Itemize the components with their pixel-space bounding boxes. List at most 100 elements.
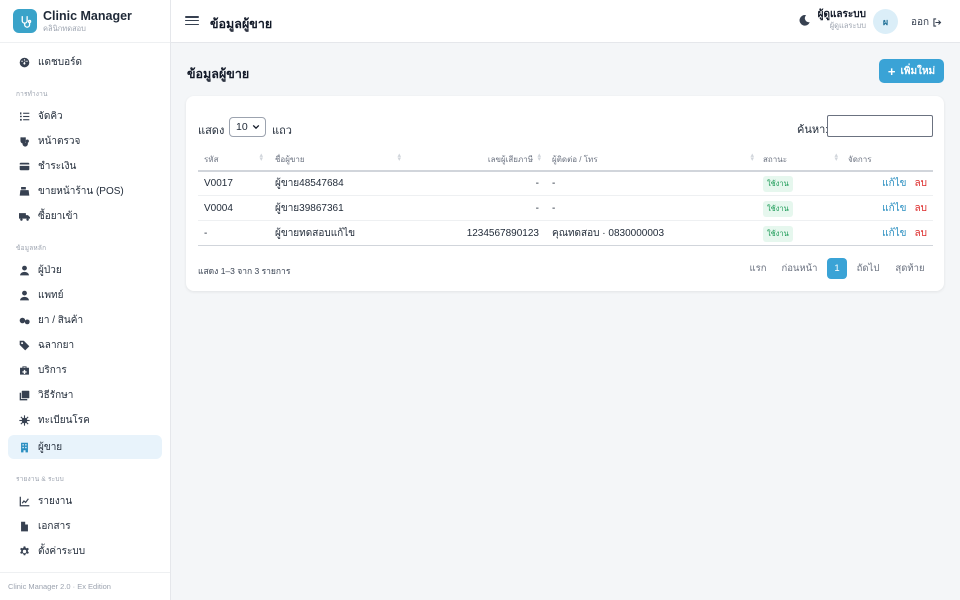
sidebar-item-suppliers[interactable]: ผู้ขาย: [8, 435, 162, 459]
section-master-data: ข้อมูลหลัก: [16, 245, 47, 252]
status-badge: ใช้งาน: [763, 175, 793, 192]
user-role: ผู้ดูแลระบบ: [829, 21, 866, 30]
cash-register-icon: [18, 185, 30, 197]
avatar[interactable]: ผ: [873, 9, 898, 34]
pagination-last[interactable]: สุดท้าย: [891, 258, 929, 279]
sidebar-item-reports[interactable]: รายงาน: [8, 489, 162, 513]
moon-icon[interactable]: [798, 14, 811, 27]
sidebar-item-documents[interactable]: เอกสาร: [8, 514, 162, 538]
edit-link[interactable]: แก้ไข: [882, 176, 906, 191]
table-info: แสดง 1–3 จาก 3 รายการ: [198, 266, 291, 276]
pagination-next[interactable]: ถัดไป: [853, 258, 883, 279]
sidebar-item-label: ขายหน้าร้าน (POS): [38, 185, 124, 197]
pagination-first[interactable]: แรก: [743, 258, 773, 279]
truck-icon: [18, 210, 30, 222]
section-reports-system: รายงาน & ระบบ: [16, 476, 64, 483]
column-header-tax-id[interactable]: เลขผู้เสียภาษี ▴ ▾: [411, 147, 545, 171]
add-new-button[interactable]: + เพิ่มใหม่: [879, 59, 944, 83]
column-header-name[interactable]: ชื่อผู้ขาย ▴ ▾: [275, 147, 405, 171]
sort-icon: ▴ ▾: [537, 152, 541, 163]
edit-link[interactable]: แก้ไข: [882, 201, 906, 216]
sidebar-item-label: หน้าตรวจ: [38, 135, 81, 147]
status-badge: ใช้งาน: [763, 200, 793, 217]
cell-contact: -: [552, 203, 556, 214]
rows-label: แถว: [272, 125, 292, 137]
cell-code: V0004: [204, 203, 233, 214]
cell-name: ผู้ขาย39867361: [275, 203, 344, 214]
sort-icon: ▴ ▾: [750, 152, 754, 163]
sidebar-item-drugs[interactable]: ยา / สินค้า: [8, 308, 162, 332]
delete-link[interactable]: ลบ: [915, 226, 927, 241]
plus-icon: +: [887, 63, 896, 79]
table-row: - ผู้ขายทดสอบแก้ไข 1234567890123 คุณทดสอ…: [198, 221, 933, 246]
sidebar-item-treatments[interactable]: วิธีรักษา: [8, 383, 162, 407]
sidebar-item-pos[interactable]: ขายหน้าร้าน (POS): [8, 179, 162, 203]
sidebar-item-settings[interactable]: ตั้งค่าระบบ: [8, 539, 162, 563]
hamburger-icon[interactable]: [185, 14, 199, 28]
delete-link[interactable]: ลบ: [915, 176, 927, 191]
building-icon: [18, 441, 30, 453]
pagination-page-1[interactable]: 1: [827, 258, 847, 279]
cell-tax-id: 1234567890123: [466, 228, 539, 239]
brand[interactable]: Clinic Manager คลินิกทดสอบ: [0, 0, 170, 43]
sidebar-item-label: เอกสาร: [38, 520, 71, 532]
sidebar: Clinic Manager คลินิกทดสอบ แดชบอร์ด การท…: [0, 0, 171, 600]
sidebar-item-examination[interactable]: หน้าตรวจ: [8, 129, 162, 153]
cell-tax-id: -: [535, 203, 539, 214]
table-row: V0017 ผู้ขาย48547684 - - ใช้งาน แก้ไข ลบ: [198, 171, 933, 196]
logout-label: ออก: [911, 17, 930, 28]
edit-link[interactable]: แก้ไข: [882, 226, 906, 241]
sidebar-item-label: ผู้ขาย: [38, 441, 63, 453]
sort-icon: ▴ ▾: [834, 152, 838, 163]
show-label: แสดง: [198, 125, 225, 137]
table-row: V0004 ผู้ขาย39867361 - - ใช้งาน แก้ไข ลบ: [198, 196, 933, 221]
sidebar-item-label: ผู้ป่วย: [38, 264, 62, 276]
sidebar-item-doctors[interactable]: แพทย์: [8, 283, 162, 307]
delete-link[interactable]: ลบ: [915, 201, 927, 216]
credit-card-icon: [18, 160, 30, 172]
sidebar-item-diseases[interactable]: ทะเบียนโรค: [8, 408, 162, 432]
search-input[interactable]: [827, 115, 933, 137]
logout-button[interactable]: ออก: [911, 15, 943, 30]
user-icon: [18, 264, 30, 276]
cell-name: ผู้ขายทดสอบแก้ไข: [275, 228, 356, 239]
sidebar-item-label: บริการ: [38, 364, 67, 376]
brand-title: Clinic Manager: [43, 9, 132, 23]
pagination-prev[interactable]: ก่อนหน้า: [779, 258, 820, 279]
sidebar-item-payment[interactable]: ชำระเงิน: [8, 154, 162, 178]
suppliers-card: แสดง 10 แถว ค้นหา: รหัส ▴ ▾ ชื่อผู้ขาย ▴ ▾ เ…: [186, 96, 944, 291]
tag-icon: [18, 339, 30, 351]
page-size-select[interactable]: 10: [229, 117, 266, 137]
sidebar-item-label: ตั้งค่าระบบ: [38, 545, 86, 557]
layers-icon: [18, 389, 30, 401]
sidebar-item-label: ซื้อยาเข้า: [38, 210, 79, 222]
sidebar-item-patients[interactable]: ผู้ป่วย: [8, 258, 162, 282]
sidebar-footer: Clinic Manager 2.0 · Ex Edition: [0, 572, 170, 600]
cell-name: ผู้ขาย48547684: [275, 178, 344, 189]
sidebar-item-label: ชำระเงิน: [38, 160, 77, 172]
sort-icon: ▴ ▾: [397, 152, 401, 163]
cell-contact: -: [552, 178, 556, 189]
sidebar-item-services[interactable]: บริการ: [8, 358, 162, 382]
column-header-code[interactable]: รหัส ▴ ▾: [204, 147, 267, 171]
user-doctor-icon: [18, 289, 30, 301]
sidebar-item-dashboard[interactable]: แดชบอร์ด: [8, 50, 162, 74]
page-title: ข้อมูลผู้ขาย: [187, 67, 250, 81]
column-header-actions: จัดการ: [848, 154, 872, 164]
kit-icon: [18, 364, 30, 376]
cell-code: V0017: [204, 178, 233, 189]
stethoscope-icon: [13, 9, 37, 33]
column-header-status[interactable]: สถานะ ▴ ▾: [763, 147, 842, 171]
page-size-value: 10: [236, 121, 248, 133]
sidebar-item-queue[interactable]: จัดคิว: [8, 104, 162, 128]
sidebar-item-label: จัดคิว: [38, 110, 63, 122]
virus-icon: [18, 414, 30, 426]
sidebar-item-labels[interactable]: ฉลากยา: [8, 333, 162, 357]
search-label: ค้นหา:: [797, 124, 829, 136]
brand-subtitle: คลินิกทดสอบ: [43, 23, 86, 33]
file-icon: [18, 520, 30, 532]
stethoscope-icon: [18, 135, 30, 147]
logout-icon: [933, 18, 942, 27]
sidebar-item-purchase[interactable]: ซื้อยาเข้า: [8, 204, 162, 228]
column-header-contact[interactable]: ผู้ติดต่อ / โทร ▴ ▾: [552, 147, 758, 171]
